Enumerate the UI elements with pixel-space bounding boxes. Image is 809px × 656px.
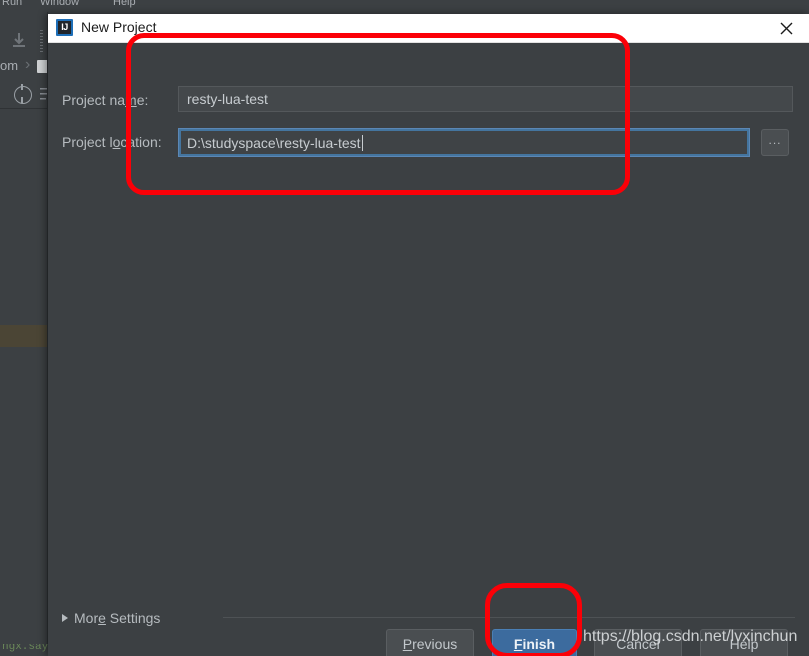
project-name-label-prefix: Project na	[62, 92, 126, 108]
project-location-value: D:\studyspace\resty-lua-test	[187, 134, 361, 151]
watermark-text: https://blog.csdn.net/lvxinchun	[583, 628, 798, 645]
project-name-input[interactable]: resty-lua-test	[178, 86, 793, 112]
toolbar-drag-handle[interactable]	[40, 30, 43, 52]
menu-item-run[interactable]: Run	[2, 0, 22, 8]
more-settings-suffix: Settings	[105, 610, 161, 626]
previous-button-label: revious	[412, 636, 458, 652]
selected-tree-row[interactable]	[0, 325, 47, 347]
screenshot-root: Run Window Help om › ngx.say( "hello" )	[0, 0, 809, 656]
browse-button[interactable]: ...	[761, 129, 789, 156]
text-caret	[361, 134, 363, 151]
project-location-label: Project location:	[62, 134, 162, 150]
target-icon[interactable]	[14, 84, 32, 104]
ide-menu-bar: Run Window Help	[0, 0, 809, 12]
dialog-title-bar: IJ New Project	[48, 14, 809, 43]
chevron-right-icon: ›	[25, 56, 31, 73]
finish-button-mnemonic: F	[513, 636, 523, 652]
breadcrumb-item[interactable]: om	[0, 58, 18, 73]
project-name-label-suffix: e:	[136, 92, 149, 108]
chevron-right-icon	[62, 614, 68, 622]
new-project-dialog: IJ New Project Project name: resty-lua-t…	[48, 14, 809, 656]
code-fragment: ngx.say(	[2, 644, 55, 653]
menu-item-window[interactable]: Window	[40, 0, 79, 8]
download-icon[interactable]	[10, 32, 28, 50]
more-settings-separator	[223, 617, 795, 618]
close-icon[interactable]	[764, 14, 809, 42]
intellij-idea-icon: IJ	[56, 19, 73, 36]
finish-button-label: inish	[522, 636, 556, 652]
project-name-label: Project name:	[62, 92, 148, 108]
previous-button[interactable]: Previous	[386, 629, 474, 656]
project-name-label-mnemonic: m	[125, 92, 137, 108]
project-location-label-suffix: cation:	[120, 134, 162, 150]
more-settings-prefix: Mor	[74, 610, 99, 626]
intellij-idea-icon-label: IJ	[58, 21, 71, 34]
finish-button[interactable]: Finish	[492, 629, 577, 656]
dialog-title: New Project	[81, 19, 157, 35]
browse-button-label: ...	[768, 132, 782, 147]
project-location-label-prefix: Project l	[62, 134, 113, 150]
more-settings-mnemonic: e	[98, 610, 106, 626]
previous-button-mnemonic: P	[402, 636, 413, 652]
more-settings-label: More Settings	[74, 610, 160, 626]
dialog-body: Project name: resty-lua-test Project loc…	[48, 43, 809, 656]
project-name-value: resty-lua-test	[187, 91, 268, 107]
more-settings-toggle[interactable]: More Settings	[62, 610, 160, 626]
project-location-input[interactable]: D:\studyspace\resty-lua-test	[178, 128, 750, 157]
menu-item-help[interactable]: Help	[113, 0, 136, 8]
